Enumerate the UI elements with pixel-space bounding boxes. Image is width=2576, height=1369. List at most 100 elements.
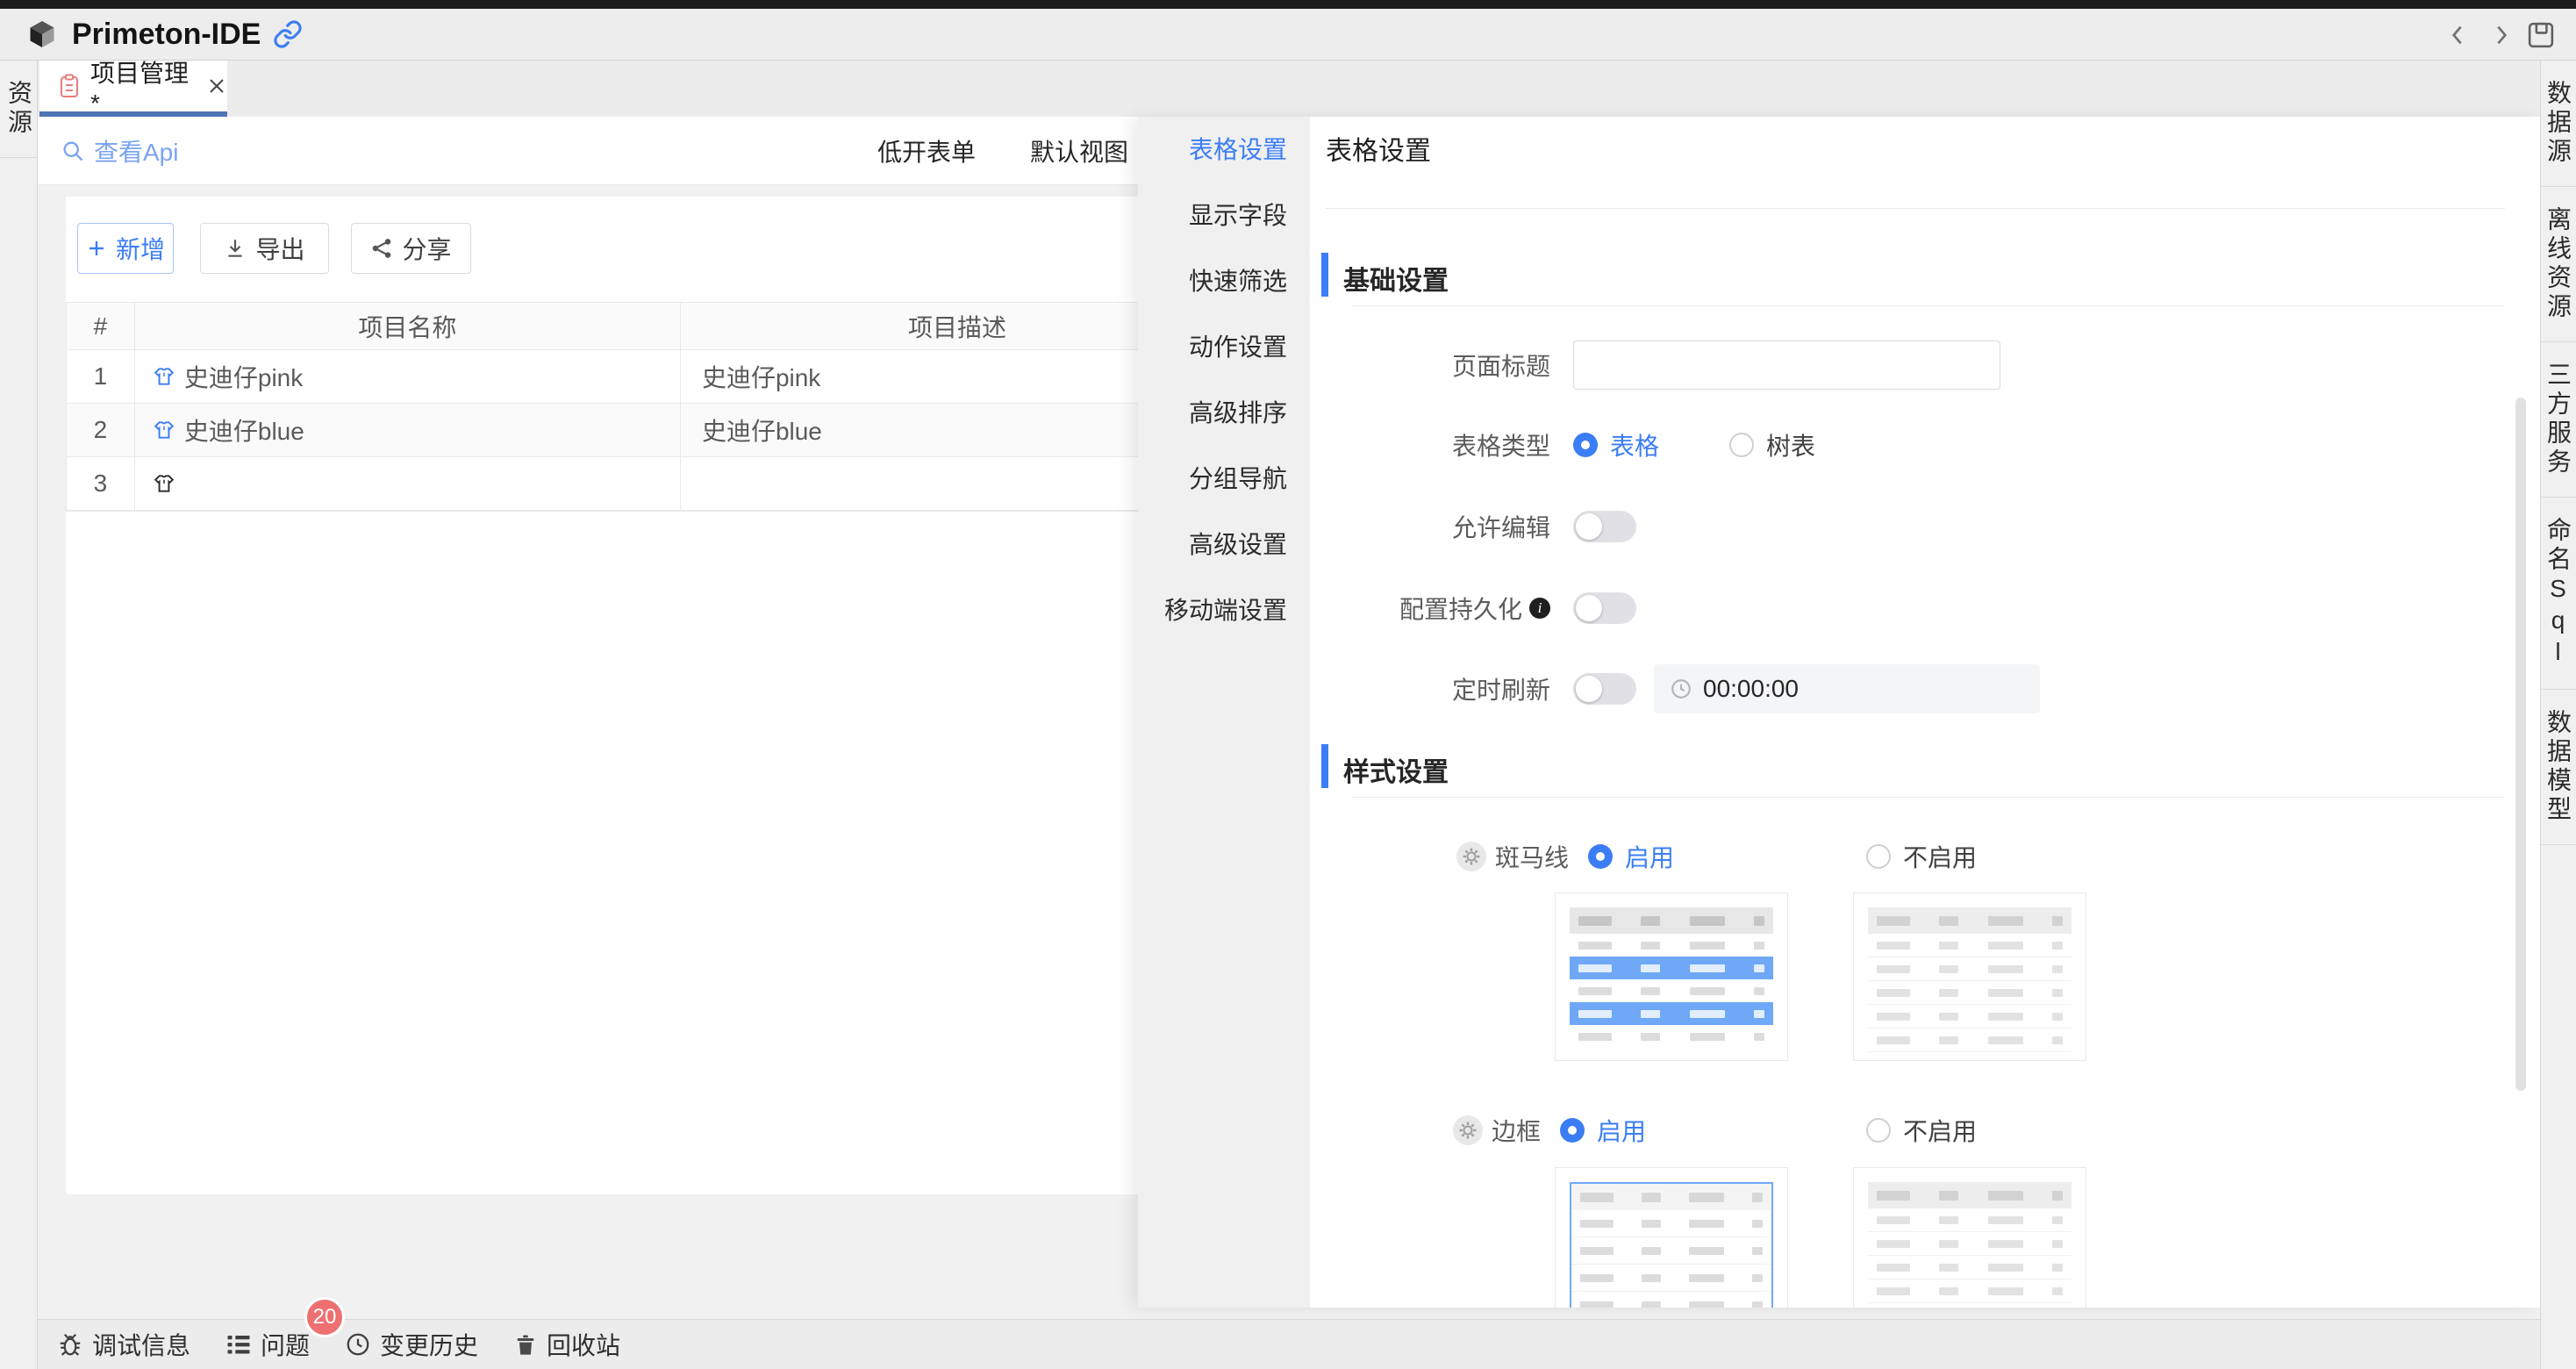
table-type-label: 表格类型	[1326, 427, 1550, 462]
persist-toggle[interactable]	[1573, 592, 1636, 624]
gear-icon[interactable]	[1453, 1115, 1483, 1145]
col-header-index[interactable]: #	[67, 303, 135, 350]
left-sidebar: 资源	[0, 61, 38, 1369]
border-enable-radio[interactable]	[1560, 1118, 1585, 1143]
persist-row: 配置持久化 i	[1326, 583, 1636, 634]
history-clock-icon	[345, 1331, 371, 1358]
trash-icon	[513, 1332, 538, 1357]
tab-project-management[interactable]: 项目管理*	[39, 61, 227, 111]
panel-scrollbar[interactable]	[2515, 398, 2526, 1091]
refresh-row: 定时刷新 00:00:00	[1326, 663, 2040, 715]
share-button[interactable]: 分享	[351, 223, 471, 274]
option-tree-table[interactable]: 树表	[1766, 427, 1815, 462]
menu-item-mobile-settings[interactable]: 移动端设置	[1138, 577, 1310, 643]
page-title-input[interactable]	[1573, 340, 2000, 390]
sidebar-item-data-source[interactable]: 数据源	[2541, 61, 2576, 187]
page-title-row: 页面标题	[1326, 339, 2000, 391]
panel-title: 表格设置	[1326, 129, 1431, 168]
zebra-enable-option[interactable]: 启用	[1625, 839, 1674, 874]
radio-table-selected[interactable]	[1573, 433, 1598, 457]
allow-edit-toggle[interactable]	[1573, 511, 1636, 542]
col-header-project-name[interactable]: 项目名称	[135, 303, 681, 350]
basic-section-title: 基础设置	[1343, 259, 1449, 297]
save-icon[interactable]	[2525, 19, 2557, 51]
window-top-strip	[0, 0, 2576, 9]
table-header-row: # 项目名称 项目描述	[67, 303, 1138, 350]
toolbar-item-default-view[interactable]: 默认视图	[1030, 133, 1128, 168]
zebra-enable-radio[interactable]	[1588, 844, 1613, 869]
add-button[interactable]: 新增	[77, 223, 174, 274]
clock-icon	[1670, 677, 1692, 700]
border-setting-row: 边框 启用	[1453, 1106, 1646, 1155]
gear-icon[interactable]	[1456, 842, 1486, 871]
menu-item-action-settings[interactable]: 动作设置	[1138, 314, 1310, 380]
link-icon[interactable]	[273, 19, 303, 49]
allow-edit-row: 允许编辑	[1326, 501, 1636, 552]
project-name-cell: 史迪仔pink	[135, 350, 681, 404]
refresh-toggle[interactable]	[1573, 673, 1636, 705]
page-title-label: 页面标题	[1326, 348, 1550, 383]
share-icon	[370, 237, 393, 260]
window-title: Primeton-IDE	[72, 18, 261, 52]
col-header-project-desc[interactable]: 项目描述	[681, 303, 1138, 350]
tshirt-icon	[153, 472, 175, 495]
problems-badge: 20	[304, 1297, 345, 1337]
menu-item-quick-filter[interactable]: 快速筛选	[1138, 248, 1310, 314]
border-disable-radio[interactable]	[1866, 1118, 1891, 1143]
info-icon[interactable]: i	[1529, 598, 1550, 619]
border-enable-option[interactable]: 启用	[1597, 1113, 1646, 1148]
border-preview-disabled[interactable]	[1853, 1167, 2086, 1308]
project-desc-cell: 史迪仔pink	[681, 350, 1138, 404]
menu-item-table-settings[interactable]: 表格设置	[1138, 117, 1310, 183]
sidebar-item-data-model[interactable]: 数据模型	[2541, 690, 2576, 845]
status-bar: 调试信息 问题 20 变更历史 回收站	[38, 1319, 2540, 1369]
tab-title: 项目管理*	[90, 54, 190, 118]
refresh-time-field[interactable]: 00:00:00	[1654, 664, 2040, 713]
sidebar-item-third-party-services[interactable]: 三方服务	[2541, 342, 2576, 498]
project-name-cell: 史迪仔blue	[135, 404, 681, 457]
zebra-disable-option[interactable]: 不启用	[1903, 839, 1977, 874]
border-label: 边框	[1492, 1113, 1541, 1148]
border-disable-group: 不启用	[1866, 1106, 1977, 1155]
debug-info-button[interactable]: 调试信息	[57, 1327, 190, 1362]
nav-forward-icon[interactable]	[2487, 21, 2515, 49]
export-button[interactable]: 导出	[200, 223, 329, 274]
menu-item-group-nav[interactable]: 分组导航	[1138, 446, 1310, 512]
plus-icon	[86, 238, 107, 259]
view-api-link[interactable]: 查看Api	[61, 133, 178, 168]
border-disable-option[interactable]: 不启用	[1903, 1113, 1977, 1148]
sidebar-item-offline-resources[interactable]: 离线资源	[2541, 187, 2576, 342]
toolbar-item-lowcode-form[interactable]: 低开表单	[877, 133, 976, 168]
bug-icon	[57, 1331, 83, 1358]
menu-item-advanced-sort[interactable]: 高级排序	[1138, 380, 1310, 446]
content-card: 新增 导出 分享 # 项目名称 项目描述 1 史迪仔pink 史迪仔pink	[66, 197, 1138, 1194]
allow-edit-label: 允许编辑	[1326, 509, 1550, 544]
table-row[interactable]: 1 史迪仔pink 史迪仔pink	[67, 350, 1138, 404]
menu-item-advanced-settings[interactable]: 高级设置	[1138, 512, 1310, 577]
tab-close-icon[interactable]	[206, 75, 227, 97]
border-preview-enabled[interactable]	[1555, 1167, 1788, 1308]
menu-item-display-fields[interactable]: 显示字段	[1138, 183, 1310, 248]
zebra-disable-radio[interactable]	[1866, 844, 1891, 869]
app-logo-icon	[26, 18, 58, 50]
table-row[interactable]: 3	[67, 457, 1138, 511]
sidebar-item-named-sql[interactable]: 命名Sql	[2541, 498, 2576, 690]
zebra-preview-disabled[interactable]	[1853, 892, 2086, 1061]
search-icon	[61, 139, 85, 163]
download-icon	[224, 237, 247, 260]
option-table[interactable]: 表格	[1610, 427, 1659, 462]
problems-button[interactable]: 问题 20	[225, 1327, 310, 1362]
project-desc-cell	[681, 457, 1138, 511]
zebra-preview-enabled[interactable]	[1555, 892, 1788, 1061]
table-row[interactable]: 2 史迪仔blue 史迪仔blue	[67, 404, 1138, 457]
project-desc-cell: 史迪仔blue	[681, 404, 1138, 457]
radio-tree-table[interactable]	[1729, 433, 1754, 457]
recycle-bin-button[interactable]: 回收站	[513, 1327, 620, 1362]
tab-bar: 项目管理*	[38, 61, 2540, 117]
projects-table: # 项目名称 项目描述 1 史迪仔pink 史迪仔pink 2 史迪仔blue …	[66, 302, 1138, 512]
sidebar-item-resources[interactable]: 资源	[0, 61, 37, 158]
change-history-button[interactable]: 变更历史	[345, 1327, 478, 1362]
nav-back-icon[interactable]	[2444, 21, 2472, 49]
section-marker	[1321, 744, 1328, 788]
section-divider	[1352, 305, 2505, 306]
